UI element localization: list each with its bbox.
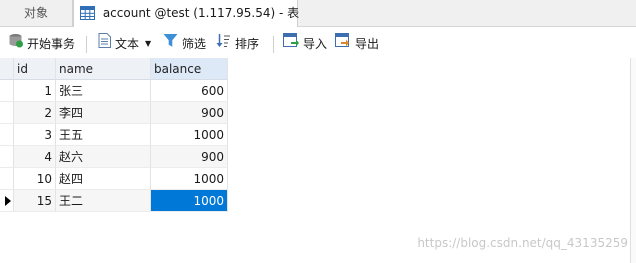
vertical-scrollbar[interactable] bbox=[630, 58, 636, 263]
cell-name[interactable]: 王五 bbox=[56, 124, 151, 146]
column-header-name[interactable]: name bbox=[56, 58, 151, 80]
table-icon bbox=[80, 3, 95, 29]
cell-balance[interactable]: 1000 bbox=[151, 124, 228, 146]
filter-icon bbox=[163, 32, 182, 56]
begin-transaction-label: 开始事务 bbox=[27, 37, 76, 51]
column-header-id[interactable]: id bbox=[14, 58, 56, 80]
tab-account-table[interactable]: account @test (1.117.95.54) - 表 bbox=[73, 0, 300, 29]
cell-balance[interactable]: 900 bbox=[151, 146, 228, 168]
cell-name[interactable]: 张三 bbox=[56, 80, 151, 102]
cell-name[interactable]: 赵六 bbox=[56, 146, 151, 168]
row-indicator-current[interactable] bbox=[0, 190, 14, 212]
grid-header-row: id name balance bbox=[0, 58, 228, 80]
cell-balance[interactable]: 900 bbox=[151, 102, 228, 124]
export-label: 导出 bbox=[355, 37, 380, 51]
row-indicator[interactable] bbox=[0, 80, 14, 102]
cell-id[interactable]: 4 bbox=[14, 146, 56, 168]
cell-id[interactable]: 3 bbox=[14, 124, 56, 146]
import-label: 导入 bbox=[303, 37, 328, 51]
table-row[interactable]: 2 李四 900 bbox=[0, 102, 228, 124]
sort-icon bbox=[216, 32, 235, 56]
table-row[interactable]: 10 赵四 1000 bbox=[0, 168, 228, 190]
filter-button[interactable]: 筛选 bbox=[163, 32, 206, 56]
toolbar-divider bbox=[86, 36, 87, 53]
import-button[interactable]: 导入 bbox=[283, 32, 327, 56]
current-row-arrow-icon bbox=[5, 196, 11, 206]
text-view-label: 文本 bbox=[115, 37, 140, 51]
text-view-button[interactable]: 文本 ▼ bbox=[98, 32, 151, 56]
row-indicator[interactable] bbox=[0, 146, 14, 168]
row-indicator-header bbox=[0, 58, 14, 80]
begin-transaction-button[interactable]: 开始事务 bbox=[8, 32, 75, 56]
row-indicator[interactable] bbox=[0, 102, 14, 124]
cell-id[interactable]: 1 bbox=[14, 80, 56, 102]
export-button[interactable]: 导出 bbox=[335, 32, 379, 56]
transaction-icon bbox=[8, 32, 27, 56]
cell-balance-selected[interactable]: 1000 bbox=[151, 190, 228, 212]
sort-button[interactable]: 排序 bbox=[216, 32, 259, 56]
column-header-balance[interactable]: balance bbox=[151, 58, 228, 80]
cell-balance[interactable]: 1000 bbox=[151, 168, 228, 190]
tab-account-table-label: account @test (1.117.95.54) - 表 bbox=[102, 6, 300, 20]
sort-label: 排序 bbox=[235, 37, 260, 51]
dropdown-caret-icon: ▼ bbox=[145, 39, 152, 48]
tab-objects[interactable]: 对象 bbox=[0, 0, 73, 26]
row-indicator[interactable] bbox=[0, 168, 14, 190]
toolbar-divider bbox=[273, 36, 274, 53]
cell-id[interactable]: 10 bbox=[14, 168, 56, 190]
table-row[interactable]: 1 张三 600 bbox=[0, 80, 228, 102]
cell-balance[interactable]: 600 bbox=[151, 80, 228, 102]
row-indicator[interactable] bbox=[0, 124, 14, 146]
export-icon bbox=[335, 32, 355, 56]
import-icon bbox=[283, 32, 303, 56]
cell-id[interactable]: 2 bbox=[14, 102, 56, 124]
table-row-current[interactable]: 15 王二 1000 bbox=[0, 190, 228, 212]
table-row[interactable]: 3 王五 1000 bbox=[0, 124, 228, 146]
document-icon bbox=[98, 32, 115, 56]
cell-name[interactable]: 王二 bbox=[56, 190, 151, 212]
cell-id[interactable]: 15 bbox=[14, 190, 56, 212]
filter-label: 筛选 bbox=[182, 37, 207, 51]
table-row[interactable]: 4 赵六 900 bbox=[0, 146, 228, 168]
cell-name[interactable]: 赵四 bbox=[56, 168, 151, 190]
tab-bar: 对象 account @test (1.117.95.54) - 表 bbox=[0, 0, 636, 27]
cell-name[interactable]: 李四 bbox=[56, 102, 151, 124]
tab-objects-label: 对象 bbox=[23, 6, 48, 20]
toolbar: 开始事务 文本 ▼ 筛选 排序 导入 导出 bbox=[0, 32, 636, 56]
watermark: https://blog.csdn.net/qq_43135259 bbox=[417, 236, 628, 250]
